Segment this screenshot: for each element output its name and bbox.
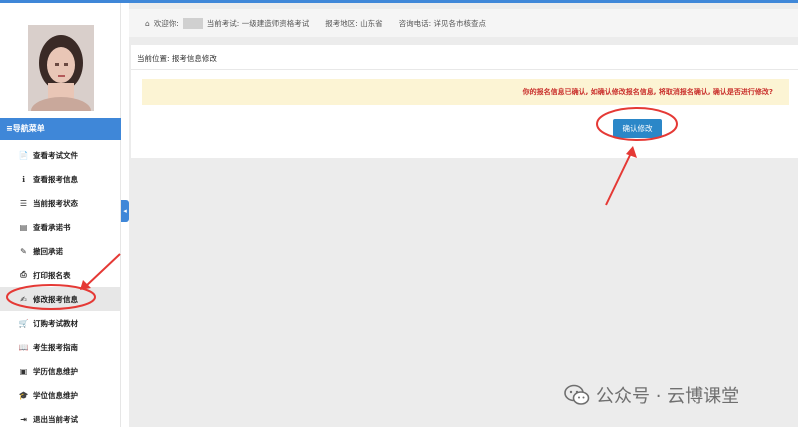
sidebar: ≡导航菜单 📄 查看考试文件 ℹ 查看报考信息 ☰ 当前报考状态 ▤ 查看承诺书 ✎ 撤回承诺 ⎙ 打… bbox=[0, 3, 121, 427]
sidebar-collapse-toggle[interactable]: ◂ bbox=[121, 200, 129, 222]
cart-icon: 🛒 bbox=[18, 318, 29, 328]
home-icon: ⌂ bbox=[145, 18, 150, 28]
book-icon: 📖 bbox=[18, 342, 29, 352]
breadcrumb: 当前位置: 报考信息修改 bbox=[137, 54, 217, 63]
sidebar-item-10[interactable]: ▣ 学历信息维护 bbox=[0, 359, 121, 383]
avatar-photo bbox=[28, 25, 94, 111]
sidebar-item-1[interactable]: 📄 查看考试文件 bbox=[0, 143, 121, 167]
sidebar-item-label: 修改报考信息 bbox=[33, 294, 78, 304]
sidebar-item-4[interactable]: ▤ 查看承诺书 bbox=[0, 215, 121, 239]
sidebar-item-label: 学位信息维护 bbox=[33, 390, 78, 400]
sidebar-item-7[interactable]: ✍ 修改报考信息 bbox=[0, 287, 121, 311]
confirm-modify-button[interactable]: 确认修改 bbox=[613, 119, 662, 138]
exam-region-label: 报考地区: 山东省 bbox=[325, 18, 383, 28]
sidebar-item-label: 退出当前考试 bbox=[33, 414, 78, 424]
sidebar-item-label: 考生报考指南 bbox=[33, 342, 78, 352]
sidebar-item-2[interactable]: ℹ 查看报考信息 bbox=[0, 167, 121, 191]
avatar bbox=[28, 25, 94, 111]
document-icon: ▤ bbox=[19, 222, 28, 232]
education-icon: ▣ bbox=[19, 366, 28, 376]
user-name-redacted bbox=[182, 17, 203, 29]
sidebar-item-label: 查看承诺书 bbox=[33, 222, 71, 232]
sidebar-item-5[interactable]: ✎ 撤回承诺 bbox=[0, 239, 121, 263]
edit-icon: ✍ bbox=[20, 294, 27, 304]
file-icon: 📄 bbox=[18, 150, 29, 160]
sidebar-item-6[interactable]: ⎙ 打印报名表 bbox=[0, 263, 121, 287]
sidebar-item-11[interactable]: 🎓 学位信息维护 bbox=[0, 383, 121, 407]
sidebar-item-3[interactable]: ☰ 当前报考状态 bbox=[0, 191, 121, 215]
nav-list: 📄 查看考试文件 ℹ 查看报考信息 ☰ 当前报考状态 ▤ 查看承诺书 ✎ 撤回承诺 ⎙ 打印报名表 ✍ 修… bbox=[0, 143, 121, 427]
wechat-logo-icon bbox=[564, 384, 590, 405]
nav-menu-header: ≡导航菜单 bbox=[0, 118, 121, 140]
sidebar-item-label: 学历信息维护 bbox=[33, 366, 78, 376]
chevron-left-icon: ◂ bbox=[123, 207, 127, 215]
sign-out-icon: ⇥ bbox=[20, 414, 27, 424]
print-icon: ⎙ bbox=[20, 270, 27, 279]
graduation-cap-icon: 🎓 bbox=[18, 390, 29, 400]
list-icon: ☰ bbox=[19, 198, 28, 208]
current-exam-label: 当前考试: 一级建造师资格考试 bbox=[206, 18, 310, 28]
panel-divider bbox=[131, 69, 798, 70]
sidebar-item-label: 查看考试文件 bbox=[33, 150, 78, 160]
warning-notice: 你的报名信息已确认, 如确认修改报名信息, 将取消报名确认, 确认是否进行修改? bbox=[142, 79, 789, 105]
info-bar: ⌂ 欢迎你: 当前考试: 一级建造师资格考试 报考地区: 山东省 咨询电话: 详… bbox=[129, 9, 798, 37]
welcome-label: 欢迎你: bbox=[153, 18, 179, 28]
sidebar-item-9[interactable]: 📖 考生报考指南 bbox=[0, 335, 121, 359]
sidebar-item-12[interactable]: ⇥ 退出当前考试 bbox=[0, 407, 121, 427]
sidebar-item-label: 订购考试教材 bbox=[33, 318, 78, 328]
info-icon: ℹ bbox=[21, 174, 26, 184]
sidebar-item-label: 打印报名表 bbox=[33, 270, 71, 280]
sidebar-item-label: 查看报考信息 bbox=[33, 174, 78, 184]
sidebar-item-label: 当前报考状态 bbox=[33, 198, 78, 208]
watermark: 公众号 · 云博课堂 bbox=[564, 382, 739, 408]
main-content: ⌂ 欢迎你: 当前考试: 一级建造师资格考试 报考地区: 山东省 咨询电话: 详… bbox=[129, 3, 798, 427]
watermark-text: 公众号 · 云博课堂 bbox=[596, 386, 740, 407]
consult-phone-label: 咨询电话: 详见各市核查点 bbox=[398, 18, 487, 28]
undo-icon: ✎ bbox=[20, 246, 27, 256]
sidebar-item-label: 撤回承诺 bbox=[33, 246, 63, 256]
sidebar-item-8[interactable]: 🛒 订购考试教材 bbox=[0, 311, 121, 335]
content-panel: 当前位置: 报考信息修改 你的报名信息已确认, 如确认修改报名信息, 将取消报名… bbox=[131, 45, 798, 158]
